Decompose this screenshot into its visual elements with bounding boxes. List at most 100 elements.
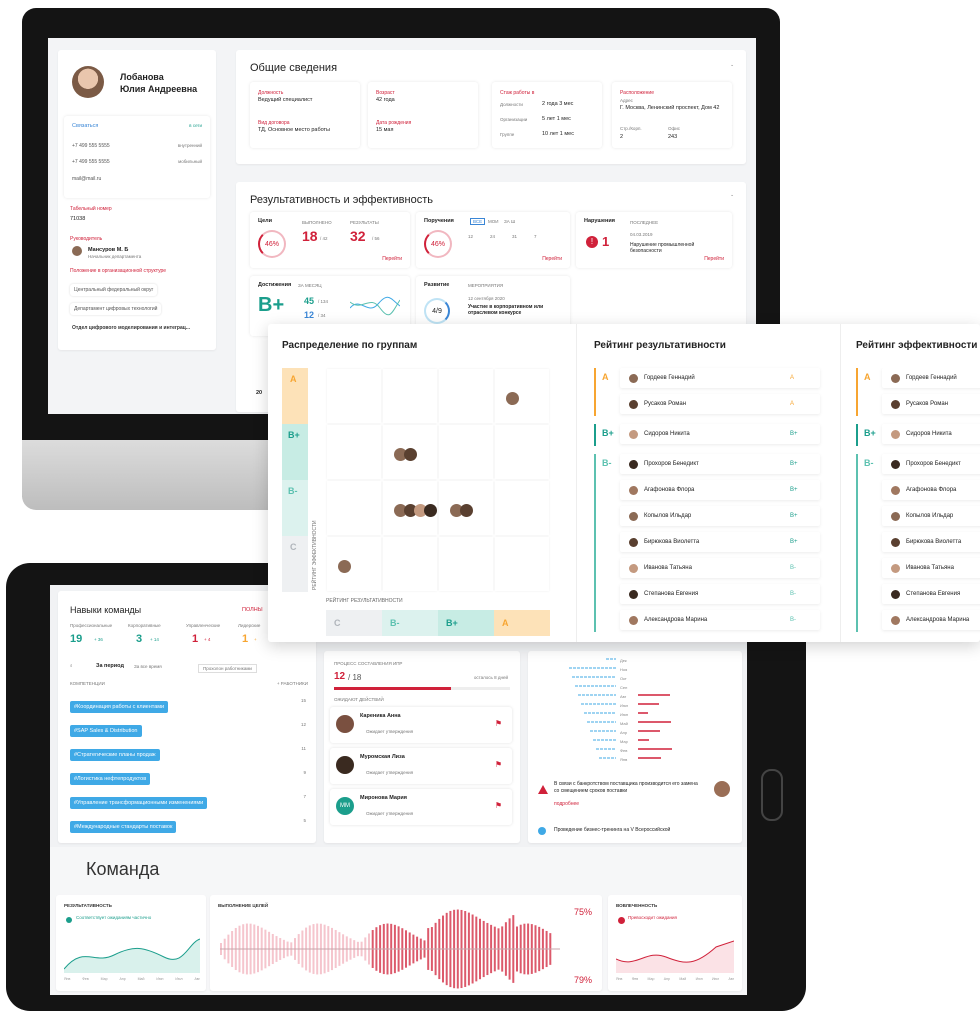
avatar: [404, 448, 417, 461]
goals-label: Цели: [258, 218, 273, 224]
approve-icon[interactable]: ⚑: [495, 801, 502, 810]
skill-row[interactable]: #Логистика нефтепродуктов 9: [70, 767, 310, 791]
rating-row[interactable]: Гордеев Геннадий: [882, 368, 980, 388]
skill-chip[interactable]: #Международные стандарты поставок: [70, 821, 177, 833]
avatar-group[interactable]: [394, 448, 434, 466]
skill-row[interactable]: #Международные стандарты поставок 5: [70, 815, 310, 839]
month-label: Янв: [64, 977, 71, 981]
phone-number[interactable]: +7 499 555 5555: [72, 159, 110, 165]
grid-cell[interactable]: [383, 369, 437, 423]
goto-link[interactable]: Перейти: [704, 256, 724, 262]
orders-tab-other[interactable]: ЗА Ш: [504, 219, 515, 224]
rating-row[interactable]: Русаков Роман A: [620, 394, 820, 414]
org-item[interactable]: Отдел цифрового моделирования и интеграц…: [72, 325, 190, 331]
grid-cell[interactable]: [327, 481, 381, 535]
grid-cell[interactable]: [439, 369, 493, 423]
rating-row[interactable]: Гордеев Геннадий A: [620, 368, 820, 388]
skill-cat-delta: +: [254, 637, 257, 642]
avatar-initials: MM: [336, 797, 354, 815]
team-eng-status: Превосходит ожидания: [628, 915, 677, 920]
age-box: Возраст 42 года Дата рождения 15 мая: [368, 82, 478, 148]
rating-row[interactable]: Бирюкова Виолетта B+: [620, 532, 820, 552]
orders-tab-mine[interactable]: МОИ: [488, 219, 498, 224]
rating-row[interactable]: Прохоров Бенедикт B+: [620, 454, 820, 474]
rating-row[interactable]: Копылов Ильдар: [882, 506, 980, 526]
rating-row[interactable]: Александрова Марина B-: [620, 610, 820, 630]
goto-link[interactable]: Перейти: [382, 256, 402, 262]
performance-title: Результативность и эффективность: [250, 194, 433, 206]
rating-row[interactable]: Степанова Евгения: [882, 584, 980, 604]
avatar-group[interactable]: [506, 392, 546, 410]
ipr-person[interactable]: MM Миронова Мария Ожидает утверждения ⚑: [330, 789, 512, 825]
avatar-group[interactable]: [394, 504, 437, 522]
rating-row[interactable]: Прохоров Бенедикт: [882, 454, 980, 474]
grid-cell[interactable]: [495, 481, 549, 535]
rating-row[interactable]: Агафонова Флора B+: [620, 480, 820, 500]
avatar-group[interactable]: [338, 560, 378, 578]
grid-row-label: B-: [282, 480, 308, 536]
skill-row[interactable]: #SAP Sales & Distribution 12: [70, 719, 310, 743]
achievements-v2-total: / 34: [318, 313, 326, 318]
skill-chip[interactable]: #Логистика нефтепродуктов: [70, 773, 151, 785]
avatar: [629, 373, 638, 383]
skill-row[interactable]: #Стратегические планы продаж 11: [70, 743, 310, 767]
rating-row[interactable]: Иванова Татьяна B-: [620, 558, 820, 578]
rating-row[interactable]: Агафонова Флора: [882, 480, 980, 500]
grid-cell[interactable]: [327, 425, 381, 479]
grid-cell[interactable]: [327, 369, 381, 423]
skills-full-link[interactable]: ПОЛНЫ: [242, 607, 263, 613]
rating-name: Бирюкова Виолетта: [906, 539, 962, 545]
email-link[interactable]: mail@mail.ru: [72, 176, 101, 182]
grid-cell[interactable]: [495, 425, 549, 479]
rating-row[interactable]: Сидоров Никита: [882, 424, 980, 444]
month-label: Мар: [647, 977, 655, 981]
avatar-group[interactable]: [450, 504, 490, 522]
month-label: Окт: [620, 676, 627, 681]
orders-tab-all[interactable]: ВСЕ: [470, 218, 486, 225]
group-grade: A: [864, 372, 871, 382]
phone-number[interactable]: +7 499 555 5555: [72, 143, 110, 149]
rating-grade: B+: [790, 487, 798, 493]
chevron-down-icon[interactable]: ⌄: [730, 192, 734, 198]
period-tab[interactable]: За период: [96, 663, 124, 669]
team-res-label: РЕЗУЛЬТАТИВНОСТЬ: [64, 903, 112, 908]
org-item[interactable]: Департамент цифровых технологий: [70, 303, 162, 315]
rating-row[interactable]: Бирюкова Виолетта: [882, 532, 980, 552]
grid-cell[interactable]: [383, 537, 437, 591]
rating-row[interactable]: Копылов Ильдар B+: [620, 506, 820, 526]
manager-name[interactable]: Мансуров М. Б: [88, 247, 128, 253]
grid-cell[interactable]: [495, 537, 549, 591]
location-box: Расположение Адрес Г. Москва, Ленинский …: [612, 82, 732, 148]
skill-count: 9: [303, 770, 306, 775]
search-icon[interactable]: ⌕: [70, 663, 73, 668]
goto-link[interactable]: Перейти: [542, 256, 562, 262]
phone-type: внутренний: [177, 143, 202, 148]
rating-row[interactable]: Александрова Марина: [882, 610, 980, 630]
employees-filter[interactable]: Прохолон работниками: [198, 664, 257, 673]
rating-row[interactable]: Степанова Евгения B-: [620, 584, 820, 604]
approve-icon[interactable]: ⚑: [495, 719, 502, 728]
skill-chip[interactable]: #Управление трансформационными изменения…: [70, 797, 208, 809]
ipr-person[interactable]: Кареника Анна Ожидает утверждения ⚑: [330, 707, 512, 743]
contact-link[interactable]: Связаться: [72, 123, 98, 129]
rating-grade: A: [790, 375, 795, 381]
org-item[interactable]: Центральный федеральный округ: [70, 284, 158, 296]
skill-row[interactable]: #Управление трансформационными изменения…: [70, 791, 310, 815]
team-goals-bottom: 79%: [573, 975, 592, 985]
profile-name-line2: Юлия Андреевна: [120, 84, 198, 94]
rating-row[interactable]: Сидоров Никита B+: [620, 424, 820, 444]
all-time-tab[interactable]: За все время: [134, 664, 162, 669]
skill-chip[interactable]: #Стратегические планы продаж: [70, 749, 160, 761]
rating-row[interactable]: Иванова Татьяна: [882, 558, 980, 578]
rating-name: Прохоров Бенедикт: [906, 461, 961, 467]
skill-chip[interactable]: #Координация работы с клиентами: [70, 701, 169, 713]
skill-chip[interactable]: #SAP Sales & Distribution: [70, 725, 142, 737]
skill-row[interactable]: #Координация работы с клиентами 15: [70, 695, 310, 719]
grid-cell[interactable]: [439, 537, 493, 591]
more-link[interactable]: подробнее: [554, 801, 579, 807]
approve-icon[interactable]: ⚑: [495, 760, 502, 769]
rating-row[interactable]: Русаков Роман: [882, 394, 980, 414]
ipr-person[interactable]: Муромская Лиза Ожидает утверждения ⚑: [330, 748, 512, 784]
chevron-down-icon[interactable]: ⌄: [730, 62, 734, 68]
grid-cell[interactable]: [439, 425, 493, 479]
